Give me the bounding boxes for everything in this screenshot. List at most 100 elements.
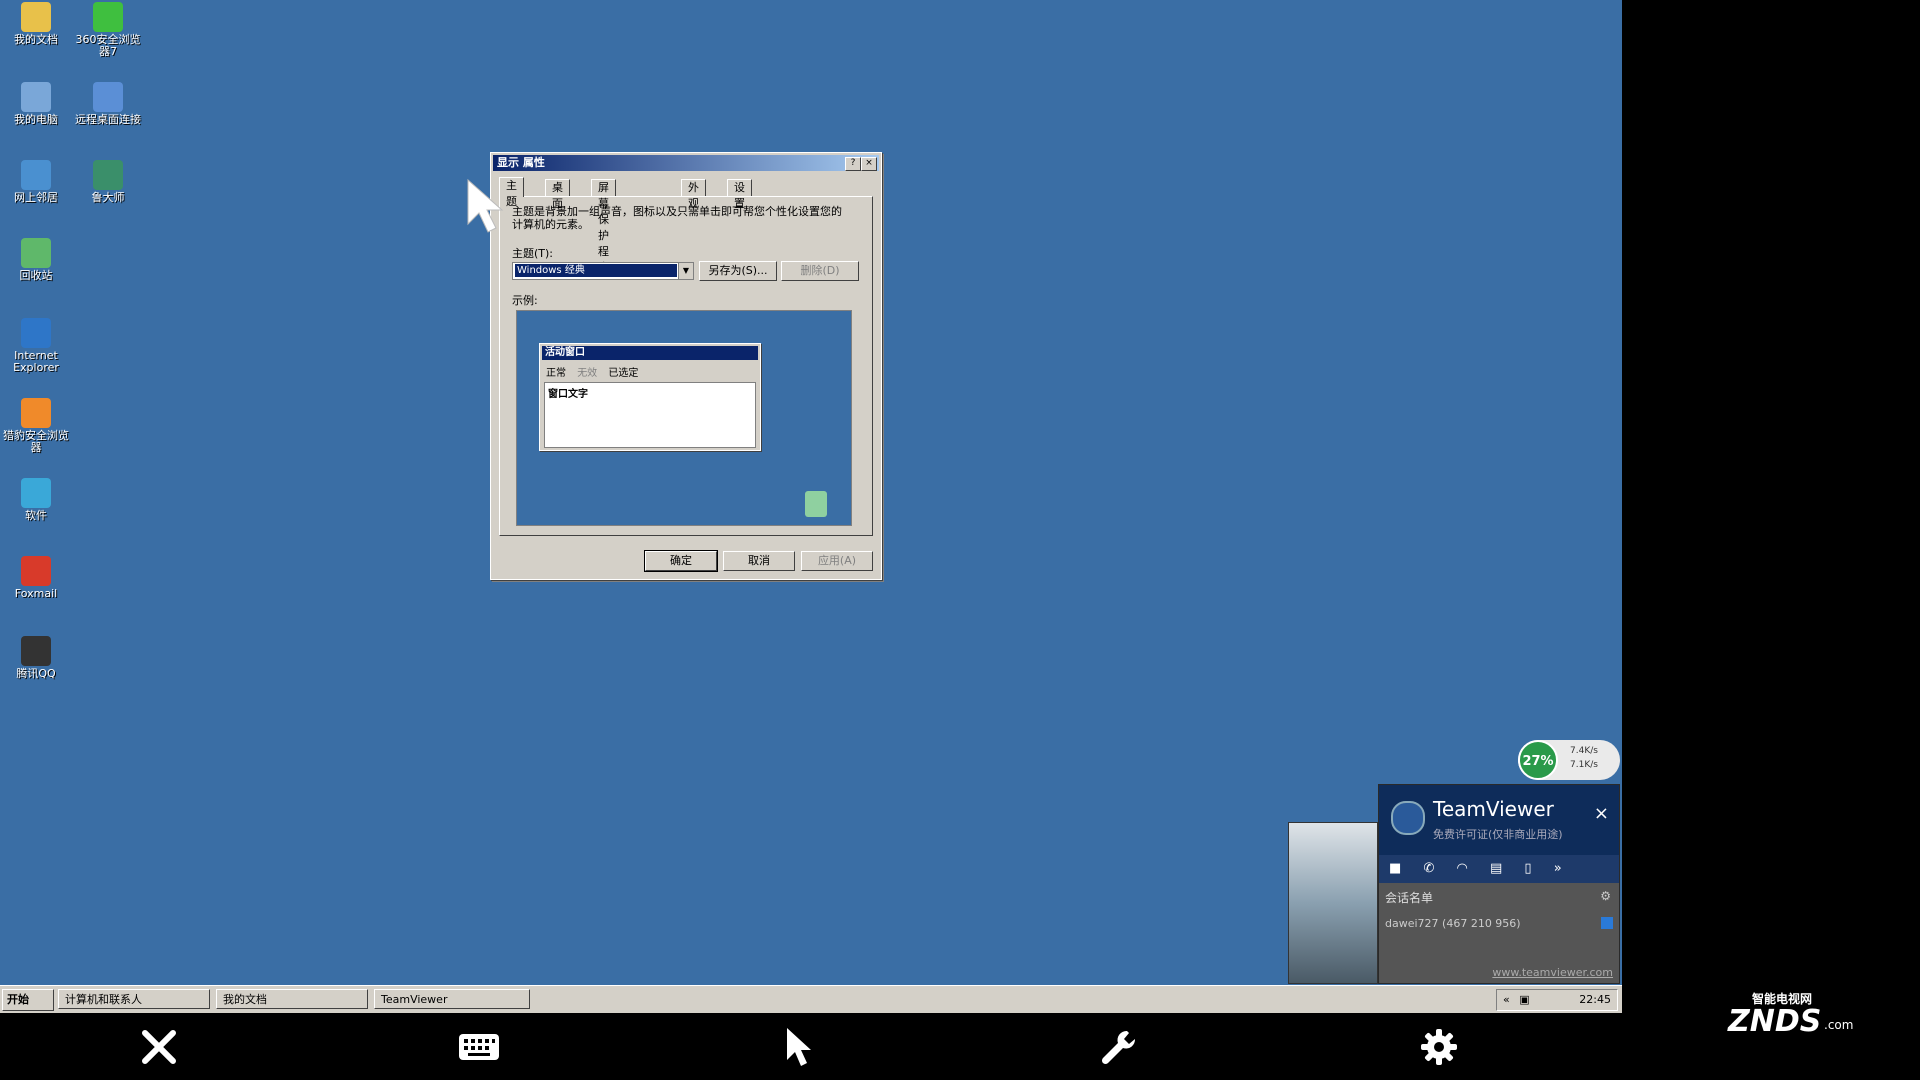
task-documents[interactable]: 我的文档: [216, 989, 368, 1009]
preview-menu-disabled: 无效: [577, 368, 598, 379]
clock[interactable]: 22:45: [1579, 990, 1611, 1010]
desktop-icon-image: [21, 556, 51, 586]
desktop-icon[interactable]: 我的电脑: [0, 82, 72, 126]
preview-menu-normal: 正常: [546, 368, 566, 379]
desktop-icon[interactable]: 猎豹安全浏览器: [0, 398, 72, 454]
theme-select-value: Windows 经典: [515, 264, 677, 277]
cancel-button[interactable]: 取消: [723, 551, 795, 571]
preview-menu: 正常 无效 已选定: [546, 364, 638, 379]
desktop-icon[interactable]: 360安全浏览器7: [72, 2, 144, 58]
speed-percent: 27%: [1518, 740, 1558, 780]
tab-appearance[interactable]: 外观: [681, 179, 706, 210]
desktop-icon[interactable]: Internet Explorer: [0, 318, 72, 374]
tab-settings[interactable]: 设置: [727, 179, 752, 210]
taskbar: 开始 计算机和联系人 我的文档 TeamViewer « ▣ 22:45: [0, 985, 1622, 1014]
desktop-icon[interactable]: 鲁大师: [72, 160, 144, 204]
theme-select[interactable]: Windows 经典 ▼: [512, 262, 694, 280]
gear-icon[interactable]: ⚙: [1600, 889, 1611, 903]
tab-panel: 主题是背景加一组声音，图标以及只需单击即可帮您个性化设置您的计算机的元素。 主题…: [499, 196, 873, 536]
desktop-icon-image: [21, 636, 51, 666]
theme-description: 主题是背景加一组声音，图标以及只需单击即可帮您个性化设置您的计算机的元素。: [512, 205, 842, 231]
file-icon[interactable]: ▯: [1524, 861, 1531, 876]
desktop-icon-label: Internet Explorer: [13, 349, 59, 374]
preview-window: 活动窗口 正常 无效 已选定 窗口文字: [539, 343, 761, 451]
headset-icon[interactable]: ◠: [1456, 861, 1467, 876]
desktop-icon-image: [93, 82, 123, 112]
side-panel: 智能电视网 ZNDS .com: [1622, 0, 1920, 1080]
pointer-icon[interactable]: [764, 1013, 834, 1080]
display-properties-dialog: 显示 属性 ? × 主题 桌面 屏幕保护程序 外观 设置 主题是背景加一组声音，…: [490, 152, 882, 580]
task-contacts[interactable]: 计算机和联系人: [58, 989, 210, 1009]
settings-gear-icon[interactable]: [1404, 1013, 1474, 1080]
preview-window-body: 窗口文字: [544, 382, 756, 448]
sample-label: 示例:: [512, 294, 538, 307]
close-icon[interactable]: [124, 1013, 194, 1080]
desktop-icon-label: 腾讯QQ: [16, 667, 56, 680]
preview-window-title: 活动窗口: [542, 346, 758, 360]
znds-logo: 智能电视网 ZNDS .com: [1712, 990, 1872, 1040]
help-button[interactable]: ?: [845, 157, 861, 171]
phone-icon[interactable]: ✆: [1423, 861, 1434, 876]
network-speed-widget[interactable]: 27% 7.4K/s 7.1K/s: [1518, 740, 1620, 780]
theme-label: 主题(T):: [512, 247, 554, 260]
desktop-icon-label: 猎豹安全浏览器: [3, 429, 69, 454]
teamviewer-license: 免费许可证(仅非商业用途): [1433, 828, 1563, 841]
desktop-icon[interactable]: 网上邻居: [0, 160, 72, 204]
desktop-icon-image: [93, 160, 123, 190]
upload-speed: 7.4K/s: [1570, 746, 1598, 756]
download-speed: 7.1K/s: [1570, 760, 1598, 770]
desktop-icon[interactable]: Foxmail: [0, 556, 72, 600]
task-teamviewer[interactable]: TeamViewer: [374, 989, 530, 1009]
desktop-icon-label: 回收站: [19, 269, 53, 282]
keyboard-icon[interactable]: [444, 1013, 514, 1080]
desktop-icon-label: Foxmail: [14, 587, 58, 600]
desktop-icon-image: [21, 318, 51, 348]
remote-control-toolbar: [0, 1013, 1622, 1080]
teamviewer-close-button[interactable]: ×: [1594, 803, 1609, 824]
poster-image: [1288, 822, 1378, 984]
preview-menu-selected: 已选定: [608, 368, 639, 379]
tray-expand-icon[interactable]: «: [1503, 993, 1510, 1006]
tab-desktop[interactable]: 桌面: [545, 179, 570, 210]
tab-screensaver[interactable]: 屏幕保护程序: [591, 179, 616, 274]
desktop-icon-image: [21, 478, 51, 508]
desktop: 我的文档 360安全浏览器7 我的电脑 远程桌面连接网上邻居 鲁大师回收站 Interne…: [0, 0, 1622, 985]
desktop-icon[interactable]: 回收站: [0, 238, 72, 282]
video-icon[interactable]: ■: [1389, 861, 1401, 876]
teamviewer-logo-icon: [1391, 801, 1425, 835]
chevron-down-icon[interactable]: ▼: [678, 263, 693, 279]
desktop-icon-label: 我的电脑: [14, 113, 58, 126]
contact-item[interactable]: dawei727 (467 210 956): [1385, 917, 1521, 930]
ok-button[interactable]: 确定: [644, 550, 718, 572]
save-as-button[interactable]: 另存为(S)...: [699, 261, 777, 281]
desktop-icon-label: 远程桌面连接: [75, 113, 141, 126]
desktop-icon-label: 我的文档: [14, 33, 58, 46]
desktop-icon[interactable]: 腾讯QQ: [0, 636, 72, 680]
close-button[interactable]: ×: [861, 157, 877, 171]
desktop-icon-image: [21, 2, 51, 32]
dialog-title: 显示 属性: [493, 155, 879, 171]
tab-theme[interactable]: 主题: [499, 177, 524, 208]
chat-icon[interactable]: ▤: [1490, 861, 1502, 876]
desktop-icon[interactable]: 软件: [0, 478, 72, 522]
wrench-icon[interactable]: [1084, 1013, 1154, 1080]
teamviewer-link[interactable]: www.teamviewer.com: [1492, 966, 1613, 979]
desktop-icon-image: [93, 2, 123, 32]
desktop-icon[interactable]: 我的文档: [0, 2, 72, 46]
apply-button[interactable]: 应用(A): [801, 551, 873, 571]
network-icon[interactable]: ▣: [1519, 993, 1529, 1006]
teamviewer-title: TeamViewer: [1433, 797, 1554, 821]
start-button[interactable]: 开始: [2, 989, 54, 1011]
desktop-icon[interactable]: 远程桌面连接: [72, 82, 144, 126]
teamviewer-panel: TeamViewer 免费许可证(仅非商业用途) × ■ ✆ ◠ ▤ ▯ » 会…: [1378, 784, 1620, 984]
more-icon[interactable]: »: [1554, 861, 1562, 876]
desktop-icon-image: [21, 398, 51, 428]
system-tray: « ▣ 22:45: [1496, 989, 1618, 1011]
desktop-icon-label: 网上邻居: [14, 191, 58, 204]
start-label: 开始: [7, 993, 29, 1006]
desktop-icon-label: 软件: [25, 509, 47, 522]
desktop-icon-image: [21, 160, 51, 190]
delete-button[interactable]: 删除(D): [781, 261, 859, 281]
session-list-header: 会话名单: [1385, 891, 1434, 905]
desktop-icon-image: [21, 82, 51, 112]
